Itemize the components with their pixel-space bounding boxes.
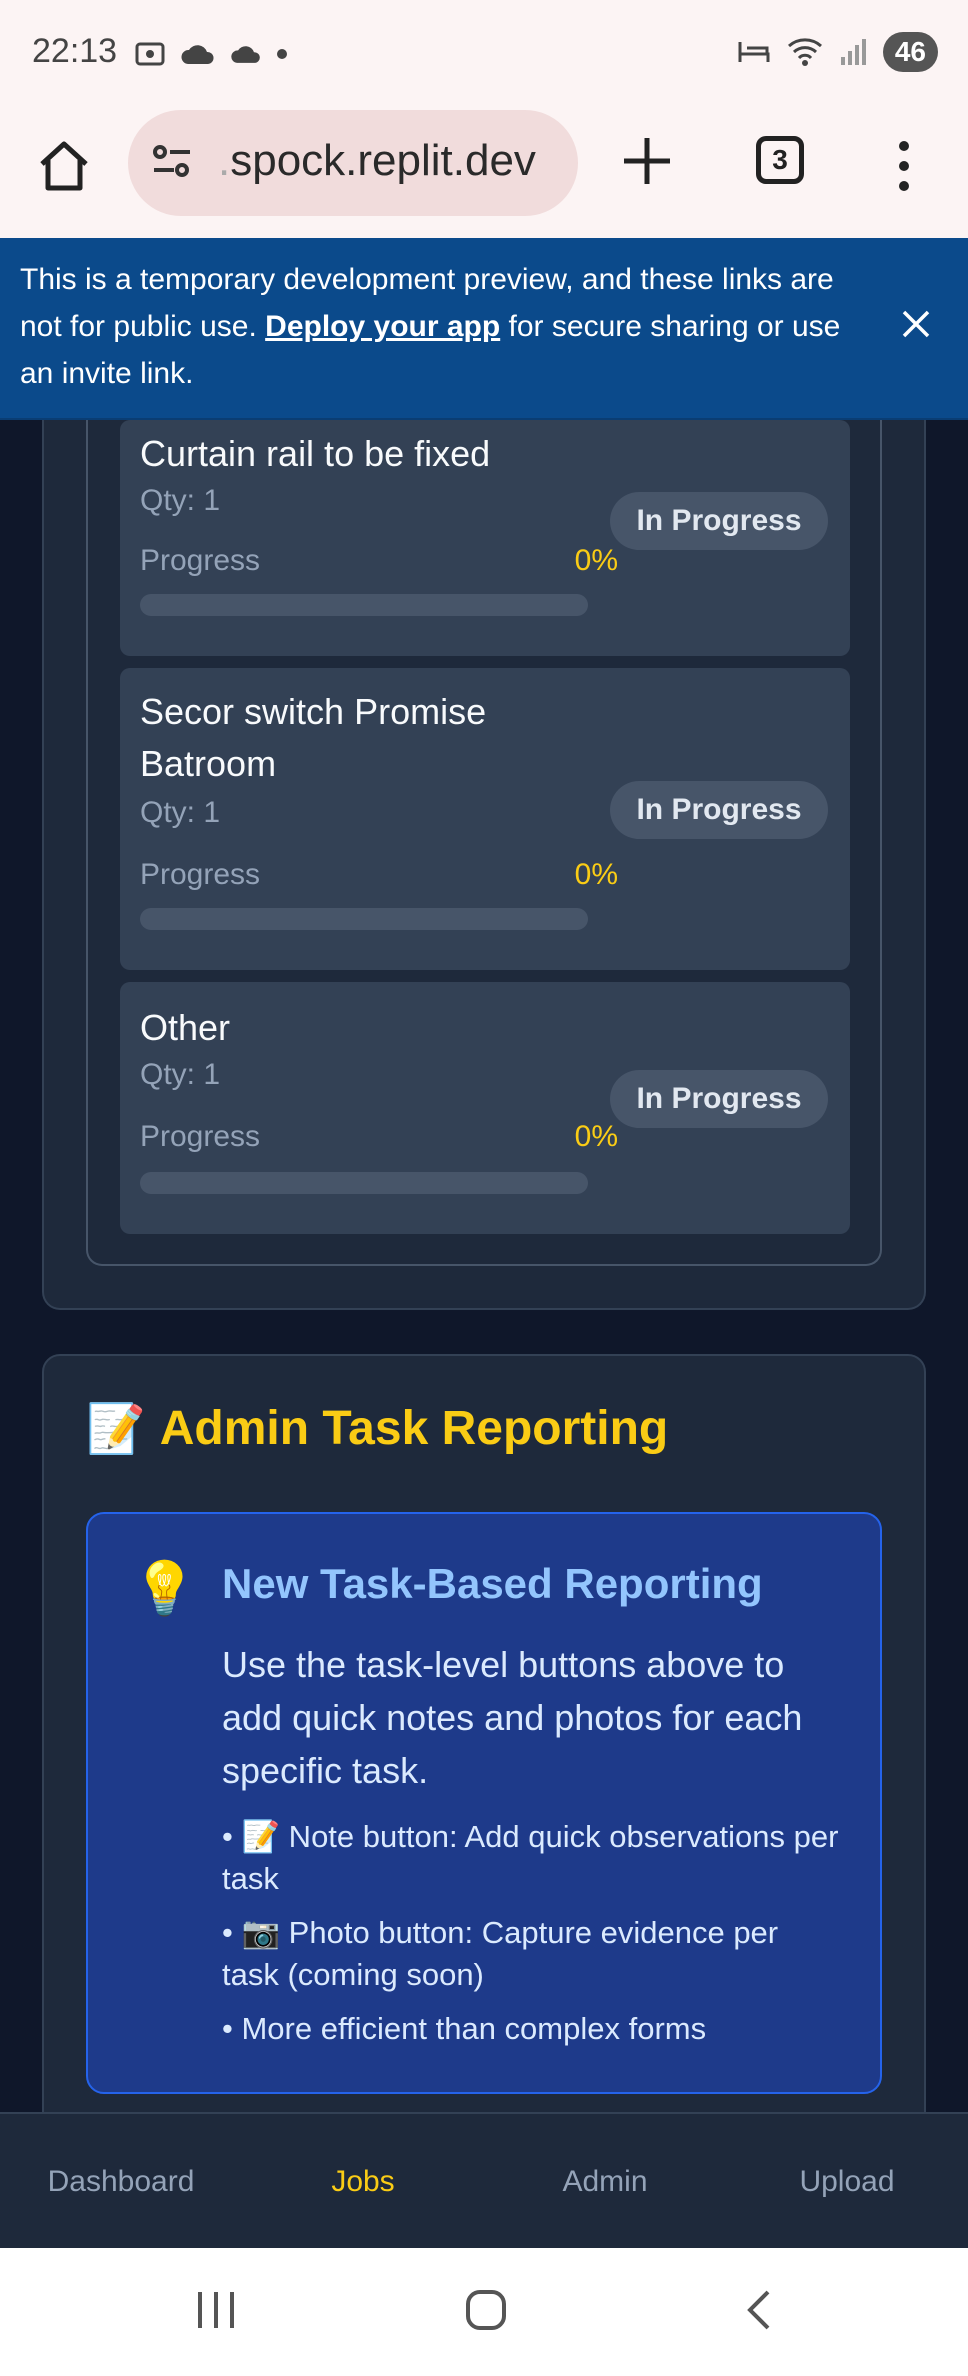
bottom-nav: Dashboard Jobs Admin Upload — [0, 2112, 968, 2248]
task-title: Secor switch Promise Batroom — [140, 691, 487, 784]
cloud-icon — [181, 45, 214, 64]
status-icons-left — [134, 38, 288, 70]
task-qty: Qty: 1 — [140, 484, 221, 517]
status-bar: 22:13 46 — [0, 0, 968, 106]
admin-section-title: 📝 Admin Task Reporting — [86, 1400, 668, 1457]
nav-admin[interactable]: Admin — [484, 2114, 726, 2248]
task-progress-percent: 0% — [574, 858, 618, 891]
task-card[interactable]: Curtain rail to be fixed Qty: 1 Progress… — [120, 420, 850, 656]
task-progress-bar — [140, 594, 588, 616]
tab-switcher-button[interactable]: 3 — [756, 136, 804, 184]
task-card[interactable]: Secor switch Promise Batroom Qty: 1 Prog… — [120, 668, 850, 970]
info-list-item: • 📝 Note button: Add quick observations … — [222, 1819, 839, 1896]
home-nav-icon[interactable] — [464, 2288, 508, 2332]
info-list-item: • 📷 Photo button: Capture evidence per t… — [222, 1915, 779, 1992]
dev-preview-banner: This is a temporary development preview,… — [0, 238, 968, 420]
system-nav-bar — [0, 2248, 968, 2376]
memo-icon: 📝 — [86, 1403, 146, 1456]
close-icon[interactable] — [896, 304, 936, 344]
address-bar[interactable]: .spock.replit.dev — [128, 110, 578, 216]
cloud-icon — [231, 46, 260, 63]
dot-icon — [277, 49, 287, 59]
deploy-app-link[interactable]: Deploy your app — [265, 310, 500, 343]
task-progress-percent: 0% — [574, 1120, 618, 1153]
task-progress-label: Progress — [140, 1120, 261, 1153]
more-options-icon[interactable] — [884, 136, 924, 196]
task-qty: Qty: 1 — [140, 796, 221, 829]
url-text: .spock.replit.dev — [218, 136, 536, 186]
screenshot-icon — [135, 42, 165, 66]
wifi-icon — [787, 38, 822, 66]
url-prefix: . — [218, 136, 231, 185]
recent-apps-icon[interactable] — [194, 2288, 238, 2332]
nav-jobs[interactable]: Jobs — [242, 2114, 484, 2248]
info-body: Use the task-level buttons above to add … — [222, 1644, 803, 1791]
browser-toolbar: .spock.replit.dev 3 — [0, 106, 968, 238]
home-icon[interactable] — [34, 136, 94, 196]
task-progress-bar — [140, 1172, 588, 1194]
status-icons-right: 46 — [737, 32, 938, 72]
info-list: • 📝 Note button: Add quick observations … — [222, 1816, 842, 2062]
task-qty: Qty: 1 — [140, 1058, 221, 1091]
task-progress-percent: 0% — [574, 544, 618, 577]
admin-title-text: Admin Task Reporting — [159, 1402, 669, 1455]
task-card[interactable]: Other Qty: 1 Progress 0% In Progress — [120, 982, 850, 1234]
task-status-badge: In Progress — [610, 492, 828, 550]
back-icon[interactable] — [738, 2288, 782, 2332]
task-status-badge: In Progress — [610, 781, 828, 839]
info-heading: New Task-Based Reporting — [222, 1560, 763, 1607]
lightbulb-icon: 💡 — [132, 1560, 197, 1618]
site-settings-icon[interactable] — [150, 140, 194, 184]
url-host: spock.replit.dev — [230, 136, 536, 185]
dev-banner-message: This is a temporary development preview,… — [20, 256, 870, 397]
sleep-icon — [738, 42, 770, 62]
new-tab-icon[interactable] — [620, 134, 674, 188]
task-status-badge: In Progress — [610, 1070, 828, 1128]
status-time: 22:13 — [32, 32, 118, 70]
task-title: Other — [140, 1007, 231, 1048]
task-progress-bar — [140, 908, 588, 930]
task-title: Curtain rail to be fixed — [140, 433, 491, 474]
signal-icon — [840, 39, 866, 65]
nav-upload[interactable]: Upload — [726, 2114, 968, 2248]
nav-dashboard[interactable]: Dashboard — [0, 2114, 242, 2248]
battery-indicator: 46 — [882, 32, 938, 72]
task-progress-label: Progress — [140, 858, 261, 891]
info-list-item: • More efficient than complex forms — [222, 2011, 707, 2046]
task-progress-label: Progress — [140, 544, 261, 577]
